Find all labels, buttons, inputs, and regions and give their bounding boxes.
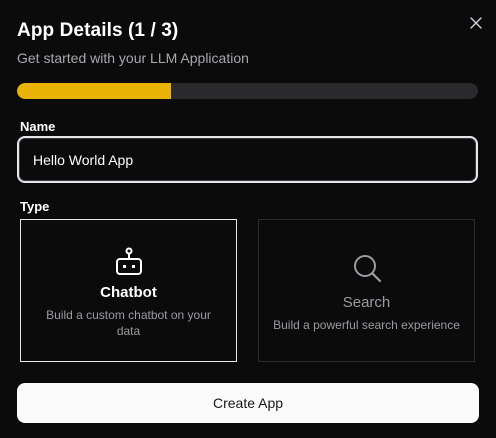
robot-icon bbox=[113, 246, 145, 278]
search-icon bbox=[351, 252, 383, 284]
app-name-input[interactable] bbox=[19, 138, 476, 181]
progress-bar bbox=[17, 83, 478, 99]
close-button[interactable] bbox=[466, 13, 486, 33]
name-label: Name bbox=[20, 119, 56, 134]
create-app-button[interactable]: Create App bbox=[17, 383, 479, 423]
type-label: Type bbox=[20, 199, 50, 214]
close-icon bbox=[470, 17, 482, 29]
name-field-wrapper bbox=[17, 136, 478, 183]
type-option-chatbot[interactable]: Chatbot Build a custom chatbot on your d… bbox=[20, 219, 237, 362]
progress-fill bbox=[17, 83, 171, 99]
search-title: Search bbox=[342, 294, 391, 311]
chatbot-description: Build a custom chatbot on your data bbox=[46, 308, 211, 338]
app-details-dialog: App Details (1 / 3) Get started with you… bbox=[0, 0, 496, 438]
chatbot-title: Chatbot bbox=[100, 284, 157, 301]
type-option-search[interactable]: Search Build a powerful search experienc… bbox=[258, 219, 475, 362]
dialog-title: App Details (1 / 3) bbox=[17, 20, 179, 41]
search-description: Build a powerful search experience bbox=[273, 318, 460, 332]
dialog-subtitle: Get started with your LLM Application bbox=[17, 50, 249, 66]
